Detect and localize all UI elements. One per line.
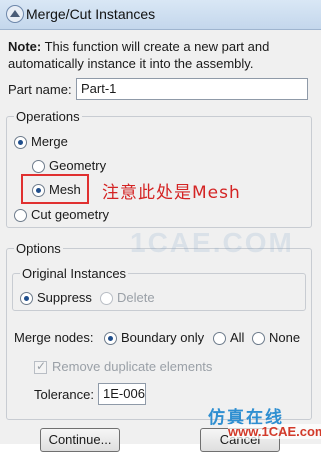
tolerance-input[interactable]: 1E-006 <box>98 383 146 405</box>
annotation-text: 注意此处是Mesh <box>102 183 241 203</box>
delete-label: Delete <box>117 290 155 305</box>
merge-radio[interactable] <box>14 136 27 149</box>
all-radio[interactable] <box>213 332 226 345</box>
merge-label: Merge <box>31 134 68 149</box>
url-watermark: www.1CAE.com <box>228 424 321 439</box>
mesh-label: Mesh <box>49 182 81 197</box>
options-title: Options <box>14 241 63 256</box>
none-radio[interactable] <box>252 332 265 345</box>
window-title: Merge/Cut Instances <box>26 6 156 22</box>
abaqus-app-icon <box>6 5 24 23</box>
cut-geometry-label: Cut geometry <box>31 207 110 222</box>
part-name-input[interactable]: Part-1 <box>76 78 308 100</box>
boundary-only-label: Boundary only <box>121 330 205 345</box>
delete-radio[interactable] <box>100 292 113 305</box>
original-instances-title: Original Instances <box>20 266 129 281</box>
note-text: Note: This function will create a new pa… <box>8 38 308 72</box>
operations-title: Operations <box>14 109 82 124</box>
all-label: All <box>230 330 245 345</box>
remove-duplicates-checkbox[interactable] <box>34 359 47 374</box>
part-name-label: Part name: <box>8 82 72 97</box>
cut-geometry-radio[interactable] <box>14 209 27 222</box>
note-body: This function will create a new part and… <box>8 39 270 71</box>
continue-button[interactable]: Continue... <box>40 428 120 452</box>
geometry-label: Geometry <box>49 158 107 173</box>
suppress-label: Suppress <box>37 290 92 305</box>
note-prefix: Note: <box>8 39 42 54</box>
boundary-only-radio[interactable] <box>104 332 117 345</box>
geometry-radio[interactable] <box>32 160 45 173</box>
none-label: None <box>269 330 301 345</box>
center-watermark: 1CAE.COM <box>130 227 294 258</box>
tolerance-label: Tolerance: <box>34 387 94 402</box>
mesh-radio[interactable] <box>32 184 45 197</box>
merge-nodes-label: Merge nodes: <box>14 330 94 345</box>
title-bar[interactable]: Merge/Cut Instances <box>0 0 321 30</box>
suppress-radio[interactable] <box>20 292 33 305</box>
remove-duplicates-label: Remove duplicate elements <box>52 359 213 374</box>
